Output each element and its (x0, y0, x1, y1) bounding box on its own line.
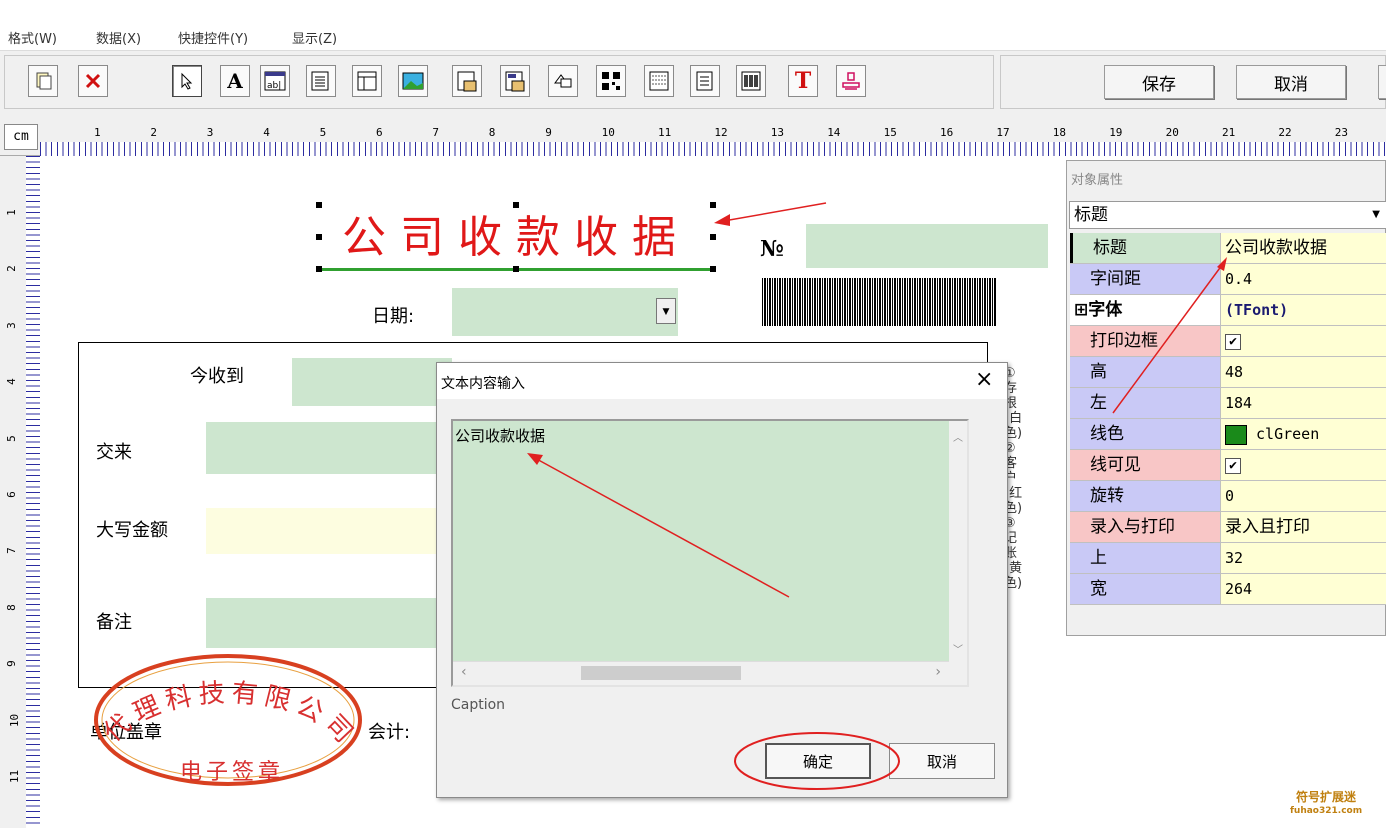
ruler-number: 8 (4, 603, 18, 611)
ruler-number: 7 (4, 547, 18, 555)
ruler-number: 7 (432, 126, 440, 139)
delete-icon[interactable] (78, 65, 108, 97)
watermark-line2: fuhao321.com (1290, 806, 1363, 816)
grid-icon[interactable] (452, 65, 482, 97)
menu-data[interactable]: 数据(X) (96, 28, 141, 47)
table-icon[interactable] (352, 65, 382, 97)
ruler-number: 10 (601, 126, 615, 139)
watermark-line1: 符号扩展迷 (1296, 790, 1357, 804)
ruler-number: 16 (940, 126, 954, 139)
ruler-number: 21 (1222, 126, 1236, 139)
image-icon[interactable] (398, 65, 428, 97)
toolbar: A ab| T 保存 取消 (0, 50, 1386, 118)
ruler-number: 23 (1334, 126, 1349, 139)
ruler-number: 2 (4, 265, 18, 273)
ruler-number: 2 (150, 126, 158, 139)
ruler-number: 15 (883, 126, 897, 139)
memo-icon[interactable] (306, 65, 336, 97)
ruler-number: 12 (714, 126, 728, 139)
top-ruler: cm 1 2 3 4 5 6 7 8 9 10 11 12 13 14 15 16 17 18 19 20 21 22 23 (0, 118, 1386, 156)
title-text-icon[interactable]: T (788, 65, 818, 97)
property-panel: 对象属性 标题 ▼ 标题 公司收款收据 字间距 0.4 ⊞字体 (TFont) … (1066, 160, 1386, 636)
ruler-number: 20 (1165, 126, 1179, 139)
ruler-number: 19 (1109, 126, 1123, 139)
ruler-number: 8 (488, 126, 496, 139)
barcode-icon[interactable] (736, 65, 766, 97)
ruler-number: 5 (4, 434, 18, 442)
ruler-number: 13 (770, 126, 785, 139)
ruler-unit: cm (4, 124, 38, 150)
annotation-overlay (527, 453, 900, 790)
ruler-number: 9 (545, 126, 552, 139)
ruler-ticks (26, 156, 40, 828)
qrcode-icon[interactable] (596, 65, 626, 97)
pointer-icon[interactable] (172, 65, 202, 97)
ruler-number: 18 (1052, 126, 1067, 139)
menu-format[interactable]: 格式(W) (8, 28, 57, 47)
ruler-number: 4 (4, 378, 18, 385)
ruler-number: 17 (996, 126, 1010, 139)
ruler-number: 10 (8, 713, 22, 727)
annotation-overlay (1112, 257, 1227, 414)
list-icon[interactable] (644, 65, 674, 97)
grid-edit-icon[interactable] (500, 65, 530, 97)
ruler-number: 3 (206, 126, 214, 139)
ruler-number: 6 (376, 126, 383, 139)
menu-quick-controls[interactable]: 快捷控件(Y) (178, 28, 248, 47)
ruler-number: 5 (319, 126, 327, 139)
extra-button[interactable] (1378, 65, 1386, 99)
ruler-number: 4 (263, 126, 270, 139)
ruler-number: 14 (827, 126, 841, 139)
left-ruler: 1 2 3 4 5 6 7 8 9 10 11 (0, 156, 40, 828)
ruler-number: 3 (4, 321, 18, 329)
ruler-number: 9 (4, 660, 18, 667)
text-input-dialog: 文本内容输入 × 公司收款收据 ︿ ﹀ ‹ › Caption 确定 取消 (436, 362, 1008, 798)
cancel-button[interactable]: 取消 (1236, 65, 1346, 99)
doc-icon[interactable] (690, 65, 720, 97)
input-box-icon[interactable]: ab| (260, 65, 290, 97)
new-page-icon[interactable] (28, 65, 58, 97)
watermark: 符号扩展迷 fuhao321.com (1290, 790, 1362, 818)
ruler-ticks (40, 142, 1386, 156)
ruler-number: 6 (4, 491, 18, 498)
save-button[interactable]: 保存 (1104, 65, 1214, 99)
ruler-number: 22 (1278, 126, 1292, 139)
ruler-number: 1 (4, 209, 18, 216)
text-icon[interactable]: A (220, 65, 250, 97)
svg-text:ab|: ab| (267, 81, 281, 91)
shape-icon[interactable] (548, 65, 578, 97)
menu-display[interactable]: 显示(Z) (292, 28, 337, 47)
ruler-number: 1 (94, 126, 101, 139)
ruler-number: 11 (658, 126, 672, 139)
stamp-icon[interactable] (836, 65, 866, 97)
menu-bar: 格式(W) 数据(X) 快捷控件(Y) 显示(Z) (0, 0, 1386, 50)
ruler-number: 11 (8, 769, 22, 784)
